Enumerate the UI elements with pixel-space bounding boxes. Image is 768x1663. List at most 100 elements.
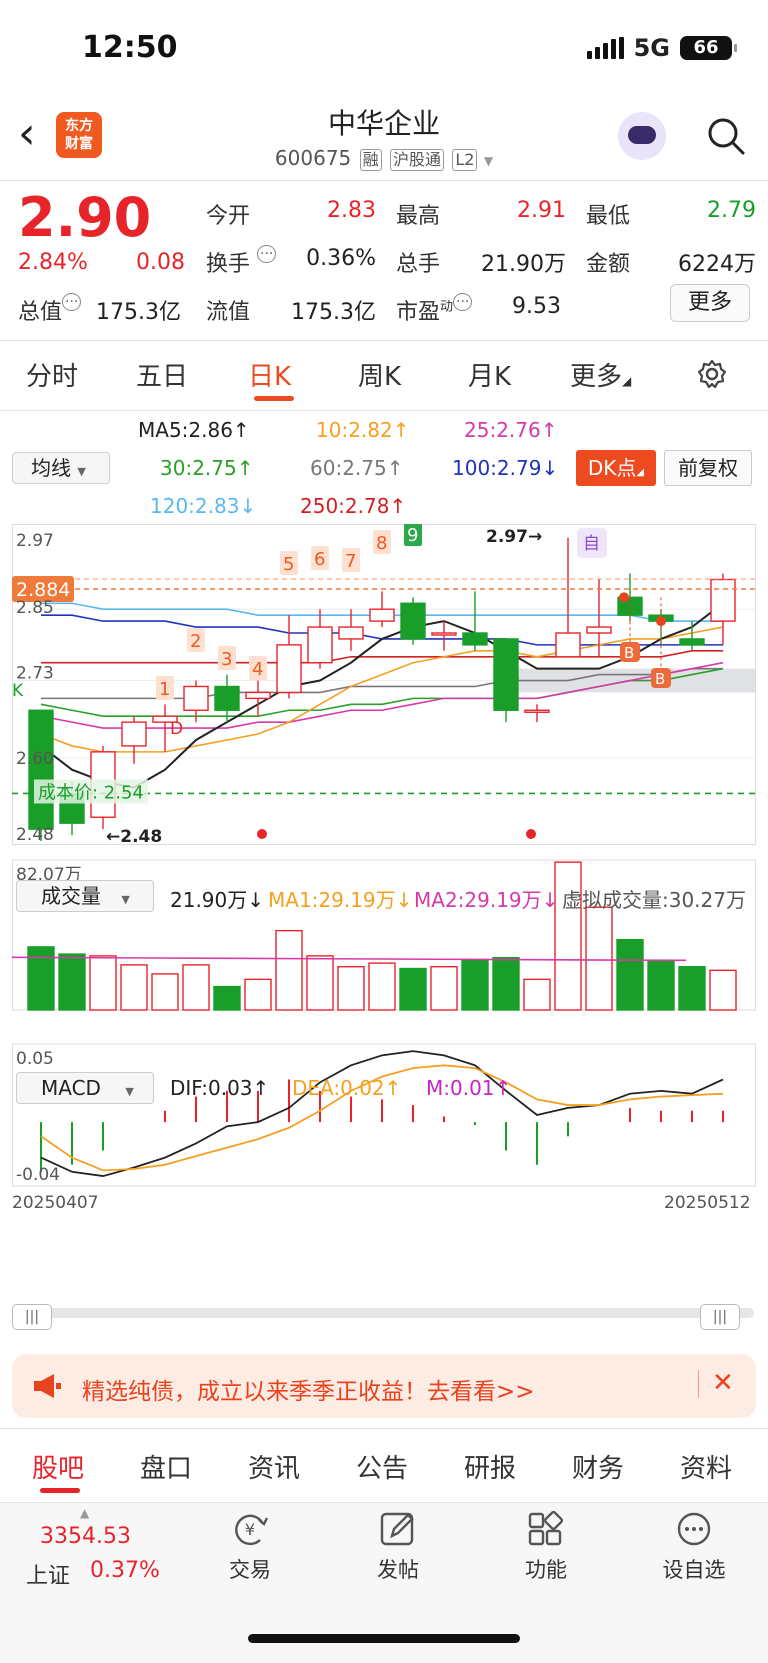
amount-value: 6224万 <box>678 252 756 277</box>
sequence-marker: 6 <box>314 549 325 570</box>
index-value[interactable]: 3354.53 <box>40 1524 131 1549</box>
tab-month-k[interactable]: 月K <box>468 356 511 393</box>
tag-l2: L2 <box>452 149 478 171</box>
triangle-up-icon: ▲ <box>80 1506 90 1520</box>
volume-bar-down <box>213 985 241 1011</box>
total-value-label-text: 总值 <box>18 300 63 325</box>
tab-news[interactable]: 资讯 <box>248 1448 300 1485</box>
trade-button[interactable]: ¥ 交易 <box>200 1510 300 1584</box>
volume-bar-down <box>647 960 675 1011</box>
price-panel: 2.8842.972.852.732.602.48成本价: 2.542.97→←… <box>12 524 756 847</box>
low-annotation: ←2.48 <box>106 827 162 847</box>
more-dots-icon[interactable]: ··· <box>257 245 277 263</box>
high-value: 2.91 <box>517 198 566 223</box>
close-icon[interactable]: ✕ <box>712 1368 734 1398</box>
add-watchlist-button[interactable]: 设自选 <box>644 1510 744 1584</box>
volume-bar-down <box>27 946 55 1011</box>
tab-five-day[interactable]: 五日 <box>136 356 188 393</box>
megaphone-icon <box>34 1374 61 1398</box>
volume-bar-down <box>678 966 706 1011</box>
tab-announcements[interactable]: 公告 <box>356 1448 408 1485</box>
tab-guba[interactable]: 股吧 <box>32 1448 84 1485</box>
volume-bar-up <box>306 955 334 1011</box>
float-value-label: 流值 <box>206 300 251 325</box>
range-slider-track[interactable] <box>14 1308 754 1318</box>
turnover-label[interactable]: 换手 ··· <box>206 245 277 278</box>
pe-label[interactable]: 市盈动 ··· <box>396 293 473 326</box>
more-dots-icon[interactable]: ··· <box>453 293 473 311</box>
ma-select[interactable]: 均线 ▼ <box>12 452 110 484</box>
features-label: 功能 <box>525 1558 567 1582</box>
divider <box>0 410 768 411</box>
adjust-button[interactable]: 前复权 <box>664 450 752 486</box>
sequence-marker: 2 <box>190 631 201 652</box>
divider <box>0 180 768 181</box>
volume-current: 21.90万↓ <box>170 888 265 912</box>
tab-week-k[interactable]: 周K <box>358 356 401 393</box>
range-handle-right[interactable]: ||| <box>700 1304 740 1330</box>
edit-icon <box>380 1512 414 1546</box>
stock-code: 600675 <box>274 146 352 170</box>
candle-down <box>462 632 488 646</box>
signal-icon <box>586 37 624 59</box>
ma60-legend: 60:2.75↑ <box>310 456 404 480</box>
high-label: 最高 <box>396 204 441 229</box>
volume-bar-up <box>89 955 117 1011</box>
more-dots-icon[interactable]: ··· <box>62 293 82 311</box>
volume-bar-up <box>275 929 303 1011</box>
sequence-marker: 1 <box>159 679 170 700</box>
sequence-marker: 5 <box>283 554 294 575</box>
macd-bottom-label: -0.04 <box>16 1165 60 1185</box>
macd-panel: 0.05 -0.04 20250407 20250512 <box>12 1043 756 1213</box>
post-button[interactable]: 发帖 <box>348 1510 448 1584</box>
grid-icon <box>528 1510 564 1546</box>
features-button[interactable]: 功能 <box>496 1510 596 1584</box>
change-amount: 0.08 <box>136 250 185 275</box>
settings-gear-icon[interactable] <box>696 358 728 390</box>
divider <box>0 340 768 341</box>
trade-yen-icon: ¥ <box>235 1514 269 1546</box>
assistant-robot-icon[interactable] <box>618 112 666 160</box>
low-label: 最低 <box>586 204 631 229</box>
candle-down <box>400 602 426 640</box>
tab-day-k[interactable]: 日K <box>248 356 291 393</box>
more-button[interactable]: 更多 <box>670 284 750 322</box>
dk-point-button[interactable]: DK点◢ <box>576 450 656 486</box>
volume-bar-up <box>244 978 272 1011</box>
range-handle-left[interactable]: ||| <box>12 1304 52 1330</box>
tab-pankou[interactable]: 盘口 <box>140 1448 192 1485</box>
y-third-label: 2.85 <box>16 598 54 618</box>
search-icon[interactable] <box>706 116 746 156</box>
k-tag: K <box>12 681 24 701</box>
candle-up <box>338 626 364 640</box>
tab-finance[interactable]: 财务 <box>572 1448 624 1485</box>
macd-frame <box>12 1043 756 1187</box>
current-price: 2.90 <box>18 186 152 249</box>
sequence-marker: 4 <box>252 659 263 680</box>
macd-select[interactable]: MACD ▼ <box>16 1072 154 1104</box>
tab-more[interactable]: 更多◢ <box>570 356 631 393</box>
index-name[interactable]: 上证 <box>26 1558 70 1590</box>
total-value: 175.3亿 <box>96 300 181 325</box>
sequence-marker: 8 <box>376 533 387 554</box>
pe-label-text: 市盈 <box>396 300 441 325</box>
promo-text[interactable]: 精选纯债，成立以来季季正收益！去看看>> <box>82 1372 535 1406</box>
cost-label: 成本价: 2.54 <box>38 782 144 803</box>
volume-bar-up <box>120 964 148 1011</box>
tab-profile[interactable]: 资料 <box>680 1448 732 1485</box>
volume-ma1: MA1:29.19万↓ <box>268 888 413 912</box>
open-value: 2.83 <box>327 198 376 223</box>
chevron-down-icon[interactable]: ▼ <box>484 154 493 168</box>
ma250-legend: 250:2.78↑ <box>300 494 407 518</box>
candle-up <box>307 626 333 664</box>
volume-select[interactable]: 成交量 ▼ <box>16 880 154 912</box>
signal-dot <box>619 592 629 603</box>
trade-label: 交易 <box>229 1558 271 1582</box>
candle-up <box>555 632 581 658</box>
volume-bar-up <box>523 978 551 1011</box>
tab-research[interactable]: 研报 <box>464 1448 516 1485</box>
index-percent[interactable]: 0.37% <box>90 1558 160 1583</box>
volume-bar-up <box>709 969 737 1011</box>
total-value-label[interactable]: 总值 ··· <box>18 293 82 326</box>
tab-intraday[interactable]: 分时 <box>26 356 78 393</box>
